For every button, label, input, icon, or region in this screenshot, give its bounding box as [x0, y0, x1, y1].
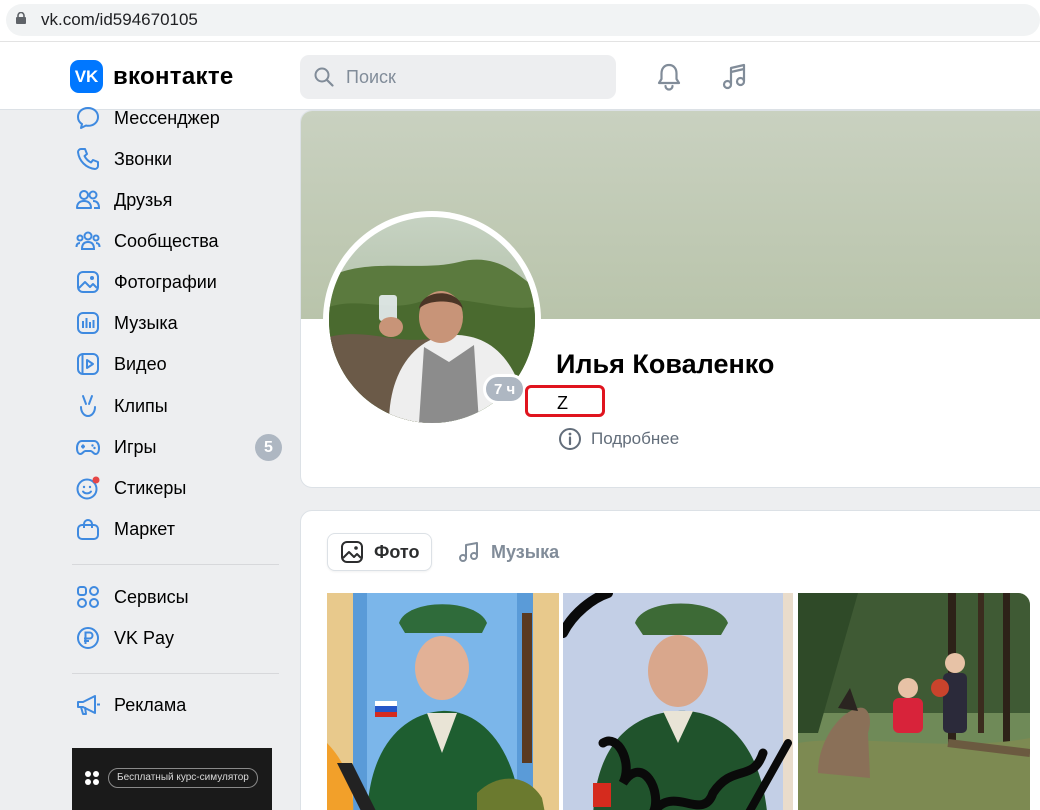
search-box[interactable]: [300, 55, 616, 99]
sidebar-item-services[interactable]: Сервисы: [72, 579, 286, 615]
megaphone-icon: [74, 691, 102, 719]
phone-icon: [74, 145, 102, 173]
sidebar-item-label: Игры: [114, 436, 157, 457]
tab-music[interactable]: Музыка: [445, 533, 571, 571]
tab-label: Фото: [374, 541, 420, 562]
profile-name: Илья Коваленко: [556, 349, 775, 379]
sidebar-item-photos[interactable]: Фотографии: [72, 264, 286, 300]
sidebar-item-label: Клипы: [114, 395, 168, 416]
sidebar-item-label: VK Pay: [114, 627, 175, 648]
sidebar-item-friends[interactable]: Друзья: [72, 182, 286, 218]
info-icon: [559, 428, 581, 450]
market-icon: [74, 515, 102, 543]
sidebar-item-messenger[interactable]: Мессенджер: [72, 100, 286, 136]
media-card: Фото Музыка: [300, 510, 1040, 810]
friends-icon: [74, 186, 102, 214]
search-input[interactable]: [346, 55, 606, 99]
sidebar-divider: [72, 673, 279, 674]
url-text[interactable]: vk.com/id594670105: [41, 10, 198, 30]
photo-icon: [341, 541, 363, 563]
sidebar-item-label: Маркет: [114, 518, 175, 539]
sidebar-item-label: Музыка: [114, 312, 178, 333]
games-count-badge: 5: [255, 434, 282, 461]
tab-label: Музыка: [491, 541, 560, 562]
bell-icon[interactable]: [654, 62, 684, 92]
left-sidebar: Мессенджер Звонки Друзья Сообщества Фото…: [0, 107, 300, 810]
sidebar-item-games[interactable]: Игры 5: [72, 429, 286, 465]
promo-logo-icon: [85, 771, 99, 785]
clips-icon: [74, 392, 102, 420]
music-note-icon[interactable]: [720, 62, 750, 92]
sidebar-item-label: Звонки: [114, 148, 173, 169]
last-seen-badge: 7 ч: [483, 374, 527, 404]
profile-status[interactable]: Z: [557, 393, 568, 414]
sidebar-item-market[interactable]: Маркет: [72, 511, 286, 547]
tab-photos[interactable]: Фото: [327, 533, 433, 571]
music-note-icon: [459, 542, 478, 562]
sidebar-item-video[interactable]: Видео: [72, 346, 286, 382]
promo-banner[interactable]: Бесплатный курс-симулятор: [72, 748, 272, 810]
services-icon: [74, 583, 102, 611]
sidebar-item-label: Фотографии: [114, 271, 217, 292]
sidebar-item-calls[interactable]: Звонки: [72, 141, 286, 177]
sidebar-item-label: Друзья: [114, 189, 173, 210]
sidebar-divider: [72, 564, 279, 565]
stickers-icon: [74, 474, 102, 502]
photo-thumbnail[interactable]: [798, 593, 1030, 810]
sidebar-item-label: Сообщества: [114, 230, 219, 251]
photos-icon: [74, 268, 102, 296]
browser-address-bar: vk.com/id594670105: [0, 0, 1040, 42]
video-icon: [74, 350, 102, 378]
more-label: Подробнее: [591, 429, 680, 448]
promo-text: Бесплатный курс-симулятор: [108, 768, 258, 788]
sidebar-item-label: Мессенджер: [114, 107, 220, 128]
vk-logo[interactable]: VK вконтакте: [70, 60, 234, 93]
sidebar-item-label: Видео: [114, 353, 167, 374]
search-icon: [314, 67, 334, 87]
sidebar-item-music[interactable]: Музыка: [72, 305, 286, 341]
sidebar-item-label: Стикеры: [114, 477, 187, 498]
profile-card: 7 ч Илья Коваленко Z Подробнее: [300, 110, 1040, 488]
music-icon: [74, 309, 102, 337]
profile-more-link[interactable]: Подробнее: [558, 427, 679, 451]
photo-thumbnail[interactable]: [563, 593, 793, 810]
communities-icon: [74, 227, 102, 255]
sidebar-item-label: Сервисы: [114, 586, 189, 607]
sidebar-item-vkpay[interactable]: VK Pay: [72, 620, 286, 656]
sidebar-item-stickers[interactable]: Стикеры: [72, 470, 286, 506]
vk-logo-mark: VK: [70, 60, 103, 93]
lock-icon: [16, 12, 26, 24]
sidebar-item-label: Реклама: [114, 694, 187, 715]
sidebar-item-clips[interactable]: Клипы: [72, 388, 286, 424]
photo-thumbnail[interactable]: [327, 593, 559, 810]
messenger-icon: [74, 104, 102, 132]
games-icon: [74, 433, 102, 461]
sidebar-item-ads[interactable]: Реклама: [72, 687, 286, 723]
vk-logo-text: вконтакте: [113, 62, 234, 90]
vkpay-icon: [74, 624, 102, 652]
sidebar-item-communities[interactable]: Сообщества: [72, 223, 286, 259]
